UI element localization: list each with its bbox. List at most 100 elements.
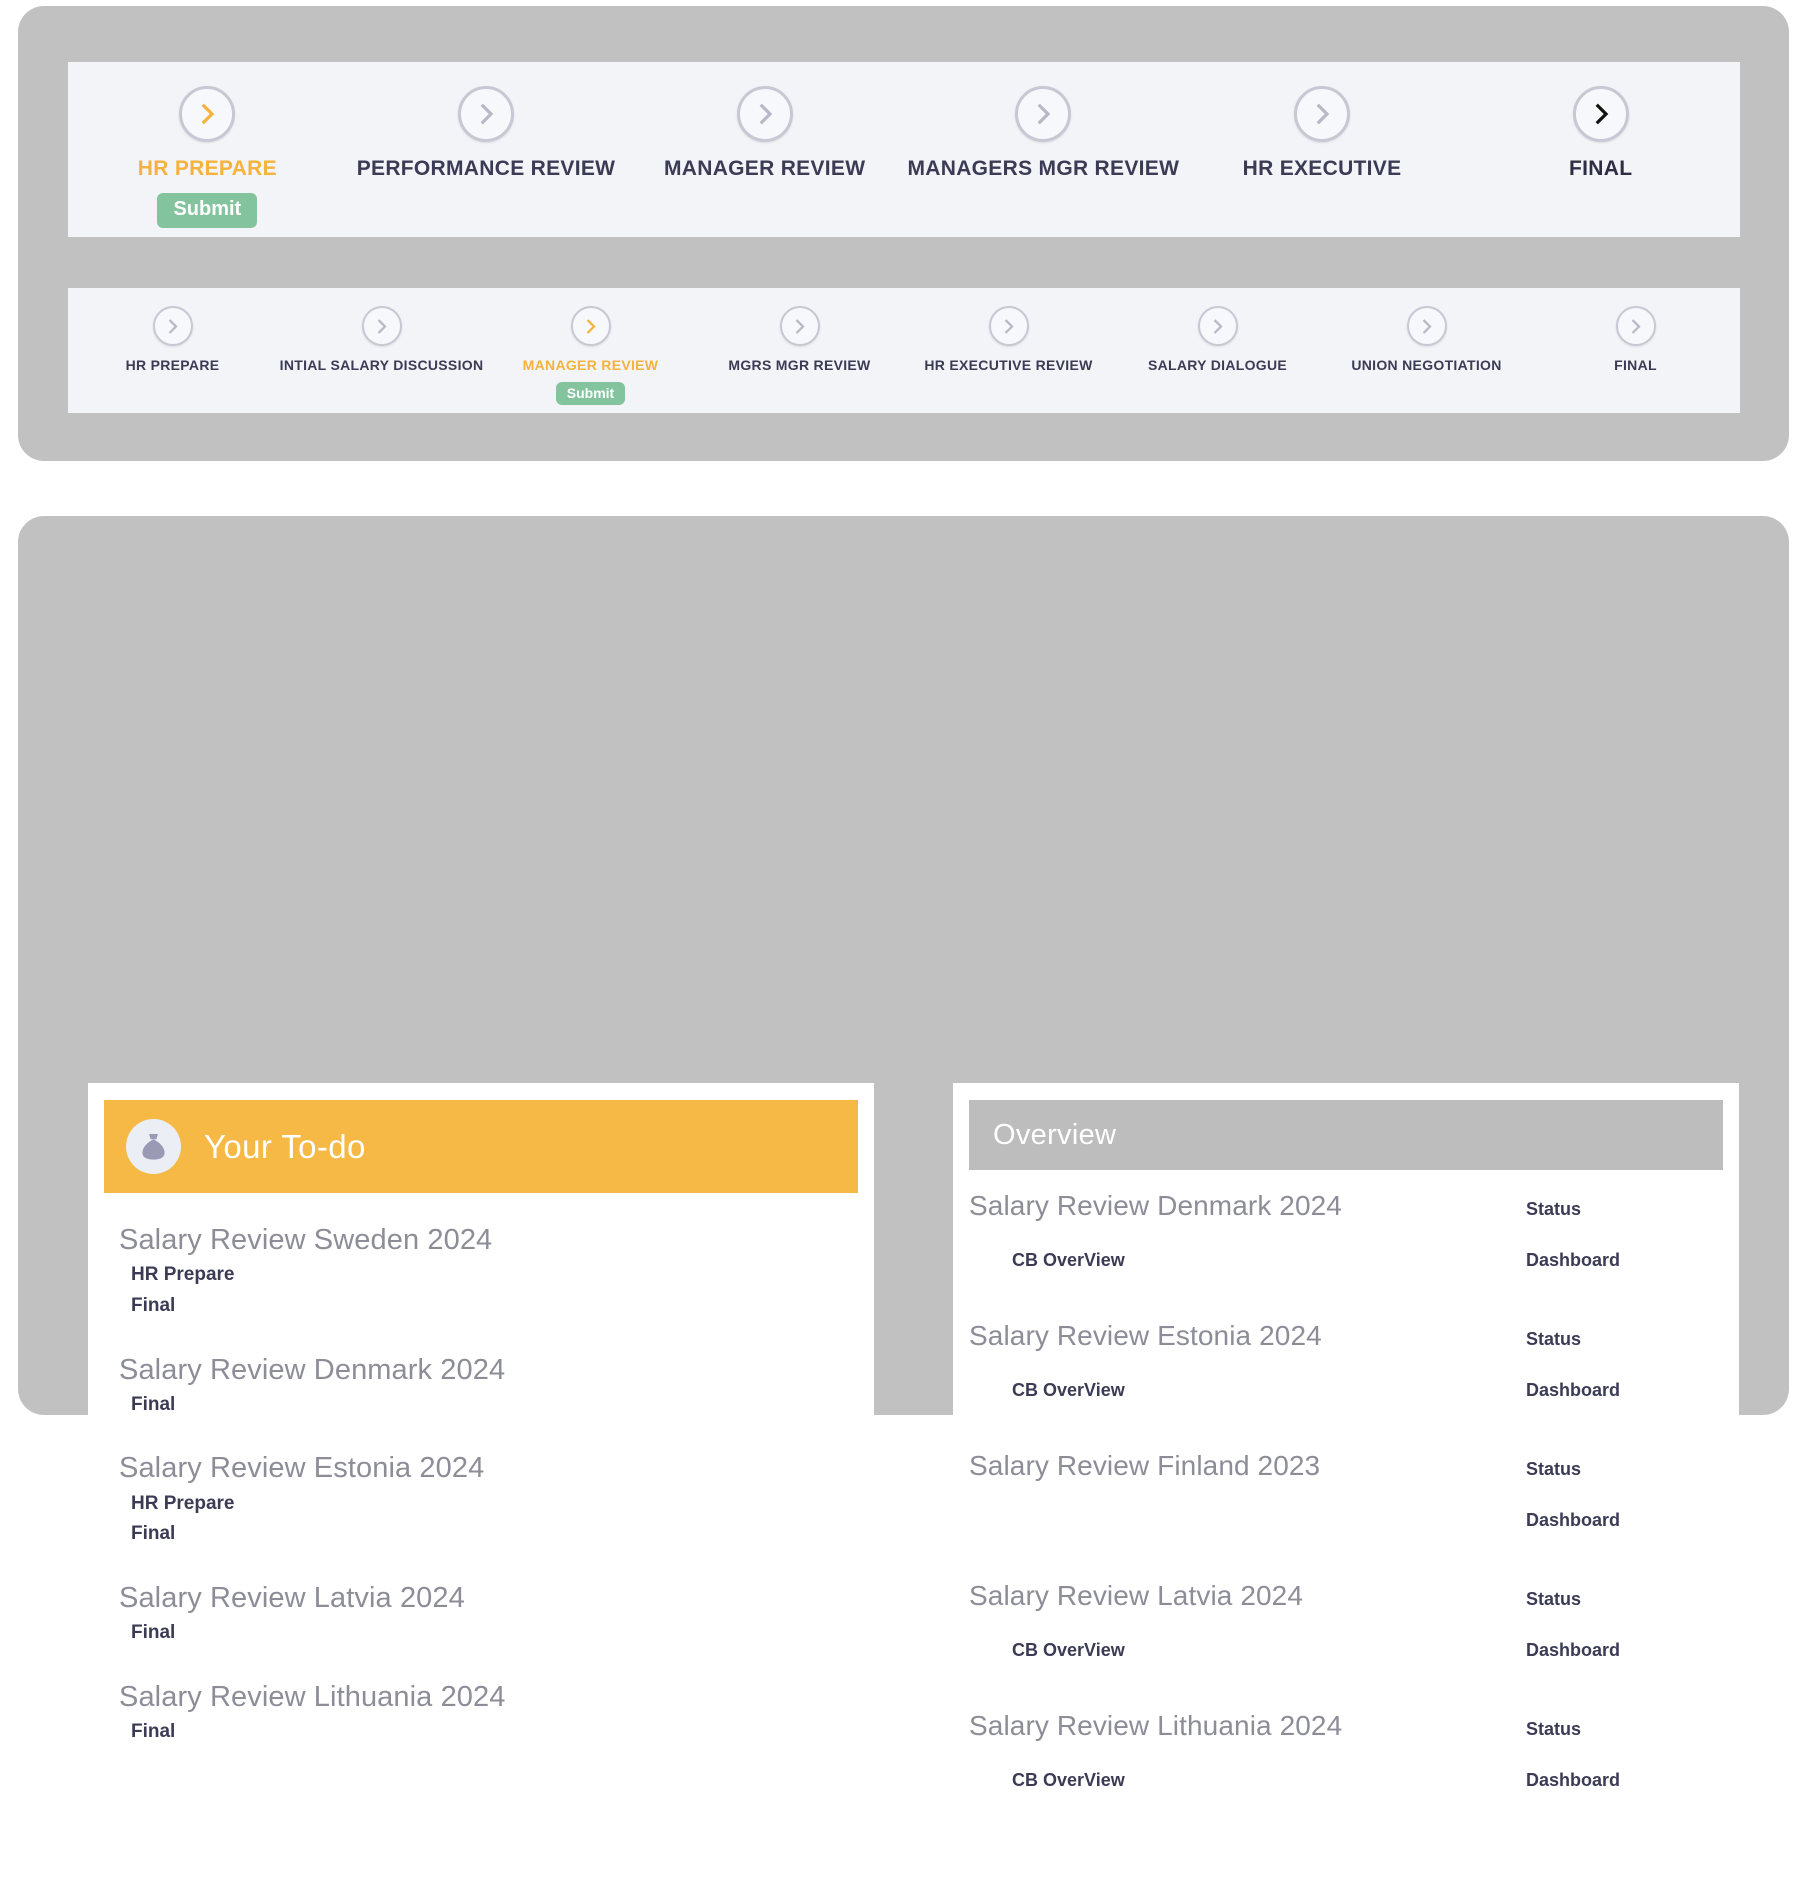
step-label: MGRS MGR REVIEW: [728, 357, 871, 373]
todo-list: Salary Review Sweden 2024 HR Prepare Final…: [88, 1223, 874, 1779]
chevron-right-circle-icon[interactable]: [779, 306, 820, 346]
chevron-right-circle-icon[interactable]: [1294, 86, 1351, 142]
step-label: MANAGER REVIEW: [522, 357, 659, 373]
primary-step-performance-review[interactable]: PERFORMANCE REVIEW: [347, 62, 626, 181]
secondary-step-union-negotiation[interactable]: UNION NEGOTIATION: [1322, 288, 1531, 373]
secondary-step-salary-dialogue[interactable]: SALARY DIALOGUE: [1113, 288, 1322, 373]
secondary-step-final[interactable]: FINAL: [1531, 288, 1740, 373]
overview-dashboard-link[interactable]: Dashboard: [1526, 1770, 1701, 1791]
overview-row-main: Salary Review Latvia 2024 Status: [953, 1580, 1739, 1640]
money-bag-icon: [126, 1119, 181, 1174]
overview-item-title[interactable]: Salary Review Lithuania 2024: [969, 1710, 1526, 1742]
todo-list-item: Salary Review Estonia 2024 HR Prepare Fina…: [88, 1451, 874, 1547]
primary-step-managers-mgr-review[interactable]: MANAGERS MGR REVIEW: [904, 62, 1183, 181]
secondary-step-hr-executive-review[interactable]: HR EXECUTIVE REVIEW: [904, 288, 1113, 373]
overview-list: Salary Review Denmark 2024 Status CB OverV…: [953, 1190, 1739, 1840]
todo-item-title[interactable]: Salary Review Estonia 2024: [119, 1451, 874, 1485]
primary-step-manager-review[interactable]: MANAGER REVIEW: [625, 62, 904, 181]
todo-item-link[interactable]: Final: [131, 1620, 874, 1646]
todo-panel-header: Your To-do: [104, 1100, 858, 1193]
step-label: SALARY DIALOGUE: [1147, 357, 1288, 373]
step-label: PERFORMANCE REVIEW: [356, 157, 616, 180]
content-card: Your To-do Salary Review Sweden 2024 HR P…: [18, 516, 1789, 1895]
overview-row: Salary Review Estonia 2024 Status CB OverV…: [953, 1320, 1739, 1442]
overview-row-sub: CB OverView Dashboard: [953, 1770, 1739, 1832]
overview-item-title[interactable]: Salary Review Latvia 2024: [969, 1580, 1526, 1612]
chevron-right-circle-icon[interactable]: [1615, 306, 1656, 346]
step-label: UNION NEGOTIATION: [1351, 357, 1502, 373]
step-label: INTIAL SALARY DISCUSSION: [279, 357, 484, 373]
overview-panel-title: Overview: [993, 1118, 1117, 1151]
overview-status-link[interactable]: Status: [1526, 1329, 1701, 1350]
todo-item-link[interactable]: HR Prepare: [131, 1491, 874, 1517]
chevron-right-circle-icon[interactable]: [1015, 86, 1072, 142]
todo-item-link[interactable]: Final: [131, 1293, 874, 1319]
overview-row-main: Salary Review Estonia 2024 Status: [953, 1320, 1739, 1380]
todo-item-title[interactable]: Salary Review Sweden 2024: [119, 1223, 874, 1257]
overview-status-link[interactable]: Status: [1526, 1199, 1701, 1220]
overview-item-title[interactable]: Salary Review Denmark 2024: [969, 1190, 1526, 1222]
overview-status-link[interactable]: Status: [1526, 1719, 1701, 1740]
secondary-stepper: HR PREPARE INTIAL SALARY DISCUSSION MANAGE…: [68, 288, 1740, 413]
primary-step-hr-executive[interactable]: HR EXECUTIVE: [1183, 62, 1462, 181]
overview-cb-overview-link[interactable]: CB OverView: [969, 1380, 1526, 1401]
todo-panel: Your To-do Salary Review Sweden 2024 HR P…: [88, 1083, 874, 1895]
overview-row-sub: CB OverView Dashboard: [953, 1250, 1739, 1312]
todo-item-link[interactable]: HR Prepare: [131, 1262, 874, 1288]
todo-item-title[interactable]: Salary Review Denmark 2024: [119, 1353, 874, 1387]
overview-cb-overview-link[interactable]: CB OverView: [969, 1640, 1526, 1661]
secondary-step-intial-salary-discussion[interactable]: INTIAL SALARY DISCUSSION: [277, 288, 486, 373]
overview-row-main: Salary Review Lithuania 2024 Status: [953, 1710, 1739, 1770]
todo-list-item: Salary Review Lithuania 2024 Final: [88, 1680, 874, 1745]
todo-item-link[interactable]: Final: [131, 1521, 874, 1547]
todo-panel-title: Your To-do: [204, 1127, 366, 1165]
overview-cb-overview-link[interactable]: CB OverView: [969, 1250, 1526, 1271]
overview-status-link[interactable]: Status: [1526, 1589, 1701, 1610]
overview-item-title[interactable]: Salary Review Finland 2023: [969, 1450, 1526, 1482]
chevron-right-circle-icon[interactable]: [152, 306, 193, 346]
chevron-right-circle-icon[interactable]: [361, 306, 402, 346]
step-label: HR EXECUTIVE: [1242, 157, 1402, 180]
todo-list-item: Salary Review Latvia 2024 Final: [88, 1581, 874, 1646]
secondary-step-mgrs-mgr-review[interactable]: MGRS MGR REVIEW: [695, 288, 904, 373]
overview-dashboard-link[interactable]: Dashboard: [1526, 1380, 1701, 1401]
chevron-right-circle-icon[interactable]: [570, 306, 611, 346]
chevron-right-circle-icon[interactable]: [458, 86, 514, 142]
todo-item-title[interactable]: Salary Review Latvia 2024: [119, 1581, 874, 1615]
overview-row-main: Salary Review Denmark 2024 Status: [953, 1190, 1739, 1250]
overview-item-title[interactable]: Salary Review Estonia 2024: [969, 1320, 1526, 1352]
todo-list-item: Salary Review Sweden 2024 HR Prepare Final: [88, 1223, 874, 1319]
overview-dashboard-link[interactable]: Dashboard: [1526, 1640, 1701, 1661]
primary-stepper: HR PREPARE Submit PERFORMANCE REVIEW MANAGE…: [68, 62, 1740, 237]
secondary-step-manager-review[interactable]: MANAGER REVIEW Submit: [486, 288, 695, 405]
step-label: FINAL: [1569, 157, 1633, 180]
submit-button[interactable]: Submit: [555, 382, 626, 405]
chevron-right-circle-icon[interactable]: [1197, 306, 1238, 346]
overview-dashboard-link[interactable]: Dashboard: [1526, 1510, 1701, 1531]
overview-row: Salary Review Denmark 2024 Status CB OverV…: [953, 1190, 1739, 1312]
submit-button[interactable]: Submit: [157, 193, 258, 228]
step-label: MANAGERS MGR REVIEW: [907, 157, 1180, 180]
overview-cb-overview-link[interactable]: CB OverView: [969, 1770, 1526, 1791]
chevron-right-circle-icon[interactable]: [988, 306, 1029, 346]
overview-row-sub: CB OverView Dashboard: [953, 1380, 1739, 1442]
overview-status-link[interactable]: Status: [1526, 1459, 1701, 1480]
todo-item-title[interactable]: Salary Review Lithuania 2024: [119, 1680, 874, 1714]
overview-row-sub: CB OverView Dashboard: [953, 1640, 1739, 1702]
chevron-right-circle-icon[interactable]: [1572, 86, 1629, 142]
primary-step-final[interactable]: FINAL: [1461, 62, 1740, 181]
step-label: MANAGER REVIEW: [663, 157, 866, 180]
secondary-step-hr-prepare[interactable]: HR PREPARE: [68, 288, 277, 373]
overview-panel-header: Overview: [969, 1100, 1723, 1170]
overview-row-main: Salary Review Finland 2023 Status: [953, 1450, 1739, 1510]
chevron-right-circle-icon[interactable]: [179, 86, 236, 142]
chevron-right-circle-icon[interactable]: [736, 86, 793, 142]
primary-step-hr-prepare[interactable]: HR PREPARE Submit: [68, 62, 347, 228]
todo-item-link[interactable]: Final: [131, 1719, 874, 1745]
todo-item-link[interactable]: Final: [131, 1392, 874, 1418]
overview-row-sub: Dashboard: [953, 1510, 1739, 1572]
todo-list-item: Salary Review Denmark 2024 Final: [88, 1353, 874, 1418]
overview-row: Salary Review Lithuania 2024 Status CB Ove…: [953, 1710, 1739, 1832]
chevron-right-circle-icon[interactable]: [1406, 306, 1447, 346]
overview-dashboard-link[interactable]: Dashboard: [1526, 1250, 1701, 1271]
